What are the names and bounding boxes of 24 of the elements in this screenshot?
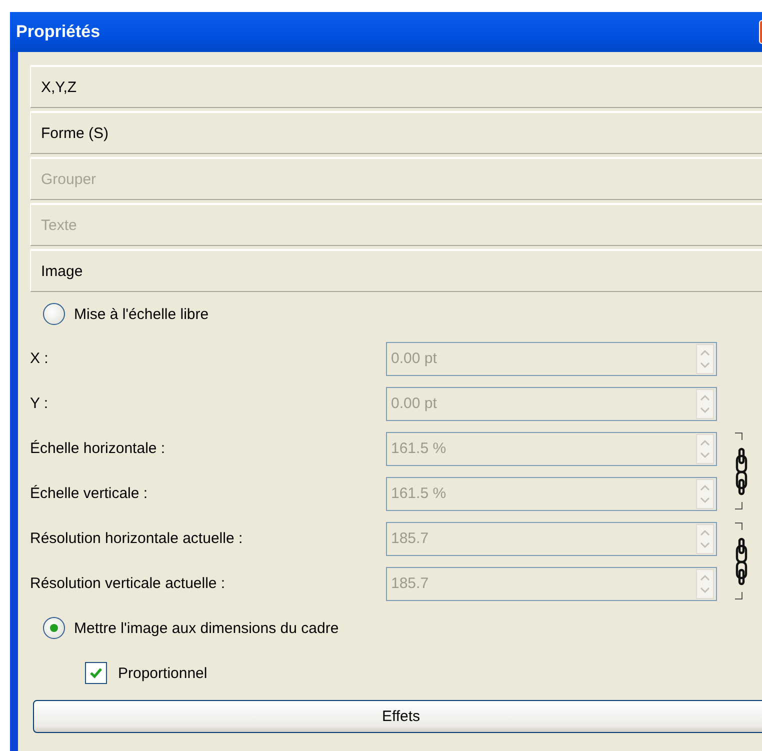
field-label: Échelle horizontale : (30, 440, 166, 457)
field-label: Échelle verticale : (30, 485, 149, 502)
checkbox-label: Proportionnel (118, 664, 208, 682)
section-header[interactable]: Image (30, 249, 762, 292)
field-label: X : (30, 350, 50, 367)
effects-button[interactable]: Effets (33, 700, 762, 733)
radio-button[interactable] (43, 617, 65, 639)
field-label: Y : (30, 395, 50, 412)
number-field: 161.5 % (386, 432, 717, 466)
check-mark-icon (89, 666, 103, 680)
number-field: 185.7 (386, 566, 717, 600)
number-field: 0.00 pt (386, 342, 717, 376)
number-field: 0.00 pt (386, 386, 717, 420)
radio-label: Mise à l'échelle libre (74, 306, 209, 322)
radio-button[interactable] (43, 303, 65, 325)
checkbox[interactable] (85, 662, 107, 684)
field-label: Résolution verticale actuelle : (30, 575, 226, 592)
number-field: 161.5 % (386, 476, 717, 510)
radio-label: Mettre l'image aux dimensions du cadre (74, 620, 339, 636)
section-header[interactable]: X,Y,Z (30, 65, 762, 108)
window-title: Propriétés (16, 22, 100, 42)
number-field: 185.7 (386, 522, 717, 556)
section-header[interactable]: Forme (S) (30, 111, 762, 154)
field-label: Résolution horizontale actuelle : (30, 530, 244, 547)
